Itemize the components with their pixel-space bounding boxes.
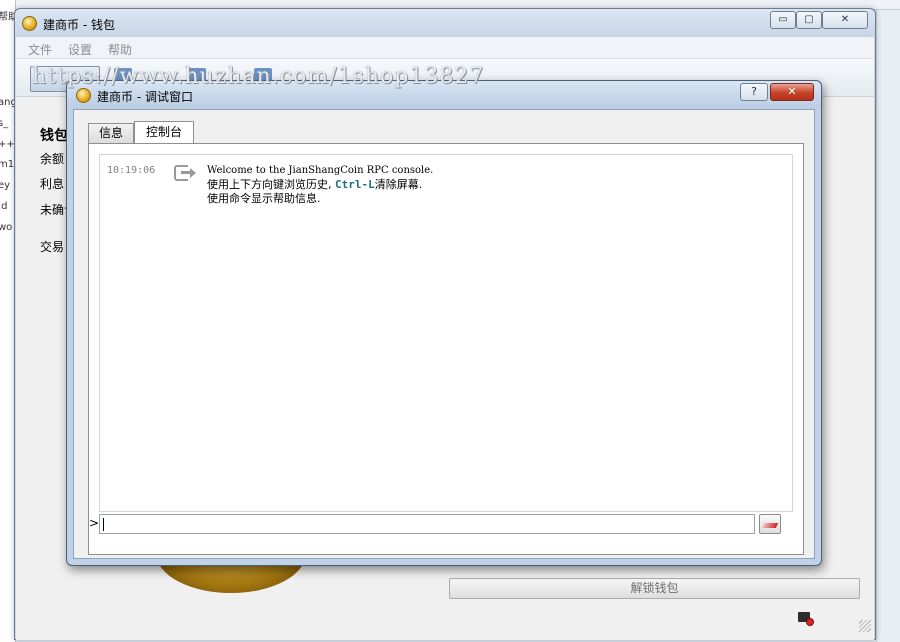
maximize-button[interactable]: ▢ (796, 11, 822, 29)
wallet-heading: 钱包 (40, 128, 68, 144)
background-text: ey (0, 180, 11, 191)
tab-info[interactable]: 信息 (88, 123, 134, 143)
tab-console[interactable]: 控制台 (134, 121, 194, 144)
console-input[interactable] (99, 514, 755, 534)
message-timestamp: 10:19:06 (107, 165, 156, 176)
resize-grip[interactable] (859, 620, 871, 632)
menu-help[interactable]: 帮助 (108, 41, 132, 58)
welcome-line: Welcome to the JianShangCoin RPC console… (207, 165, 434, 176)
console-prompt: > (89, 516, 100, 530)
console-tab-pane: 10:19:06 Welcome to the JianShangCoin RP… (88, 143, 804, 555)
help-hint-line: 使用命令显示帮助信息. (207, 192, 321, 205)
menu-file[interactable]: 文件 (28, 41, 52, 58)
background-text: s_ (0, 118, 9, 129)
help-button[interactable]: ? (740, 83, 768, 101)
reply-arrow-icon (174, 165, 196, 181)
close-button[interactable]: ✕ (770, 83, 814, 101)
background-text: m1 (0, 159, 15, 170)
debug-window: 建商币 - 调试窗口 ? ✕ 信息 控制台 10:19:06 Welcome t… (66, 80, 822, 566)
close-button[interactable]: ✕ (822, 11, 868, 29)
background-text: .d (0, 201, 8, 212)
console-output[interactable]: 10:19:06 Welcome to the JianShangCoin RP… (99, 154, 793, 512)
coin-icon (22, 16, 37, 31)
background-window-right (876, 10, 900, 642)
minimize-button[interactable]: ▭ (770, 11, 796, 29)
menu-settings[interactable]: 设置 (68, 41, 92, 58)
wallet-title-bar[interactable]: 建商币 - 钱包 ▭ ▢ ✕ (15, 9, 875, 37)
coin-icon (76, 88, 91, 103)
window-title: 建商币 - 钱包 (43, 18, 115, 32)
menu-bar: 文件 设置 帮助 (16, 37, 874, 59)
shortcut-key: Ctrl-L (335, 178, 375, 191)
unlock-wallet-button[interactable]: 解锁钱包 (449, 578, 860, 599)
hint-text: 使用上下方向键浏览历史, (207, 178, 335, 191)
clear-console-button[interactable] (759, 514, 781, 534)
hint-text: 清除屏幕. (374, 178, 423, 191)
background-text: wo (0, 222, 13, 233)
watermark-link: https://www.huzhan.com/1shop13827 (32, 64, 485, 89)
network-status-icon (798, 612, 814, 626)
eraser-icon (761, 523, 779, 528)
debug-window-title: 建商币 - 调试窗口 (97, 90, 193, 104)
debug-client-area: 信息 控制台 10:19:06 Welcome to the JianShang… (73, 109, 815, 559)
history-hint-line: 使用上下方向键浏览历史, Ctrl-L清除屏幕. (207, 178, 433, 192)
console-message: Welcome to the JianShangCoin RPC console… (207, 164, 433, 206)
